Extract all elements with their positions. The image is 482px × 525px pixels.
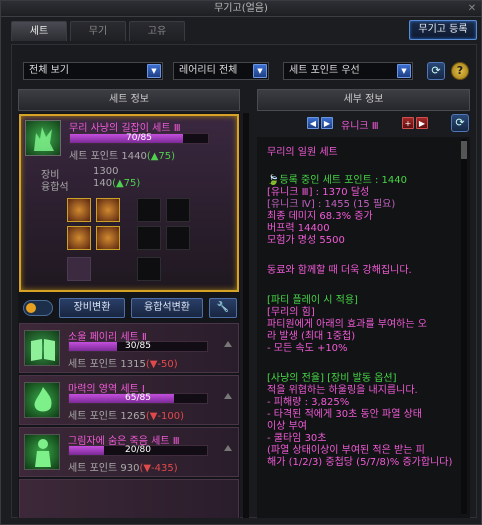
set-points-line: 세트 포인트 1440(▲75) [69, 147, 175, 162]
book-icon [24, 330, 60, 366]
fusion-convert-button[interactable]: 융합석변환 [131, 298, 203, 318]
wrench-icon[interactable]: 🔧 [209, 298, 237, 318]
set-progress-bar: 65/85 [68, 393, 208, 404]
window-title: 무기고(얼음) ✕ [1, 1, 481, 17]
points-label: 세트 포인트 [68, 411, 118, 422]
toggle-knob [26, 303, 36, 313]
figure-icon [24, 434, 60, 470]
points-delta: (▲75) [146, 151, 176, 162]
selected-set-card[interactable]: 무리 사냥의 길잡이 세트 Ⅲ 70/85 세트 포인트 1440(▲75) 장… [19, 114, 239, 292]
detail-scroll-thumb[interactable] [461, 141, 467, 159]
tab-bar: 세트 무기 고유 [11, 21, 188, 41]
fusion-delta: (▲75) [112, 178, 141, 189]
set-list-scrollbar[interactable] [243, 113, 249, 518]
set-points-line: 세트 포인트 930(▼-435) [68, 459, 178, 474]
equip-value: 1300 [93, 166, 119, 177]
equip-slot[interactable] [96, 226, 120, 250]
refresh-icon[interactable]: ⟳ [451, 114, 469, 132]
detail-title: 무리의 일원 세트 [267, 147, 338, 158]
equip-convert-button[interactable]: 장비변환 [59, 298, 125, 318]
points-delta: (▼-50) [145, 359, 178, 370]
sort-select-value: 세트 포인트 우선 [289, 65, 360, 76]
tab-set[interactable]: 세트 [11, 21, 67, 41]
refresh-icon[interactable]: ⟳ [427, 62, 445, 80]
points-delta: (▼-435) [139, 463, 178, 474]
close-icon[interactable]: ✕ [466, 3, 478, 15]
set-points-line: 세트 포인트 1265(▼-100) [68, 407, 184, 422]
set-progress-bar: 30/85 [68, 341, 208, 352]
rarity-label: 유니크 Ⅲ [341, 121, 379, 132]
points-value: 1315 [120, 359, 146, 370]
prev-left-icon[interactable]: ◀ [307, 117, 319, 129]
party-line: - 모든 속도 +10% [267, 343, 348, 354]
points-value: 1265 [120, 411, 146, 422]
triangle-up-icon [224, 445, 232, 451]
points-value: 1440 [121, 151, 147, 162]
set-progress-text: 20/80 [125, 445, 151, 455]
set-name: 무리 사냥의 길잡이 세트 Ⅲ [69, 123, 181, 134]
companion-note: 동료와 함께할 때 더욱 강해집니다. [267, 265, 412, 276]
equip-slot[interactable] [96, 198, 120, 222]
help-icon[interactable]: ? [451, 62, 469, 80]
set-card[interactable]: 마력의 영역 세트 Ⅰ 65/85 세트 포인트 1265(▼-100) [19, 375, 239, 425]
tab-unique[interactable]: 고유 [129, 21, 185, 41]
rarity-select-value: 레어리티 전체 [179, 65, 238, 76]
sort-select[interactable]: 세트 포인트 우선 ▼ [283, 62, 413, 80]
next-right-icon[interactable]: ▶ [416, 117, 428, 129]
detail-info-header: 세부 정보 [257, 89, 470, 111]
set-list: 무리 사냥의 길잡이 세트 Ⅲ 70/85 세트 포인트 1440(▲75) 장… [18, 113, 240, 518]
view-select-value: 전체 보기 [29, 65, 69, 76]
set-progress-text: 70/85 [126, 133, 152, 143]
view-select[interactable]: 전체 보기 ▼ [23, 62, 163, 80]
detail-scrollbar[interactable] [461, 139, 467, 514]
equip-slot[interactable] [137, 226, 161, 250]
toggle-switch[interactable] [23, 300, 53, 316]
points-label: 세트 포인트 [68, 359, 118, 370]
equip-slot[interactable] [67, 198, 91, 222]
fusion-label: 융합석 [41, 182, 69, 193]
points-label: 세트 포인트 [69, 151, 119, 162]
window-title-text: 무기고(얼음) [214, 3, 268, 14]
set-card[interactable]: 소울 페이리 세트 Ⅱ 30/85 세트 포인트 1315(▼-50) [19, 323, 239, 373]
prev-right-icon[interactable]: ▶ [321, 117, 333, 129]
set-info-header: 세트 정보 [18, 89, 240, 111]
chevron-down-icon: ▼ [397, 64, 411, 78]
equip-slot[interactable] [67, 257, 91, 281]
flame-icon [24, 382, 60, 418]
points-delta: (▼-100) [145, 411, 185, 422]
equip-slot[interactable] [67, 226, 91, 250]
set-card[interactable]: 그림자에 숨은 죽음 세트 Ⅲ 20/80 세트 포인트 930(▼-435) [19, 427, 239, 477]
equip-slot[interactable] [137, 257, 161, 281]
set-progress-text: 30/85 [125, 341, 151, 351]
tab-weapon[interactable]: 무기 [70, 21, 126, 41]
equip-slot[interactable] [166, 198, 190, 222]
set-progress-bar: 70/85 [69, 133, 209, 144]
set-card[interactable] [19, 479, 239, 518]
armory-window: 무기고(얼음) ✕ 세트 무기 고유 무기고 등록 전체 보기 ▼ 레어리티 전체… [0, 0, 482, 525]
set-progress-text: 65/85 [125, 393, 151, 403]
detail-panel: 무리의 일원 세트 🍃등록 중인 세트 포인트 : 1440 [유니크 Ⅲ] :… [257, 137, 470, 518]
equip-slot[interactable] [137, 198, 161, 222]
points-label: 세트 포인트 [68, 463, 118, 474]
triangle-up-icon [224, 341, 232, 347]
chevron-down-icon: ▼ [147, 64, 161, 78]
triangle-up-icon [224, 393, 232, 399]
fusion-line: 융합석 140(▲75) [41, 178, 240, 193]
set-points-line: 세트 포인트 1315(▼-50) [68, 355, 178, 370]
adventurer-fame: 모험가 명성 5500 [267, 235, 345, 246]
points-value: 930 [120, 463, 140, 474]
wolf-icon [25, 120, 61, 156]
chevron-down-icon: ▼ [253, 64, 267, 78]
next-plus-icon[interactable]: + [402, 117, 414, 129]
fusion-value: 140 [93, 178, 113, 189]
equip-slot[interactable] [166, 226, 190, 250]
hunt-line: 해가 (1/2/3) 중첩당 (5/7/8)% 증가합니다) [267, 457, 453, 468]
rarity-select[interactable]: 레어리티 전체 ▼ [173, 62, 269, 80]
set-progress-bar: 20/80 [68, 445, 208, 456]
register-armory-button[interactable]: 무기고 등록 [409, 20, 477, 40]
